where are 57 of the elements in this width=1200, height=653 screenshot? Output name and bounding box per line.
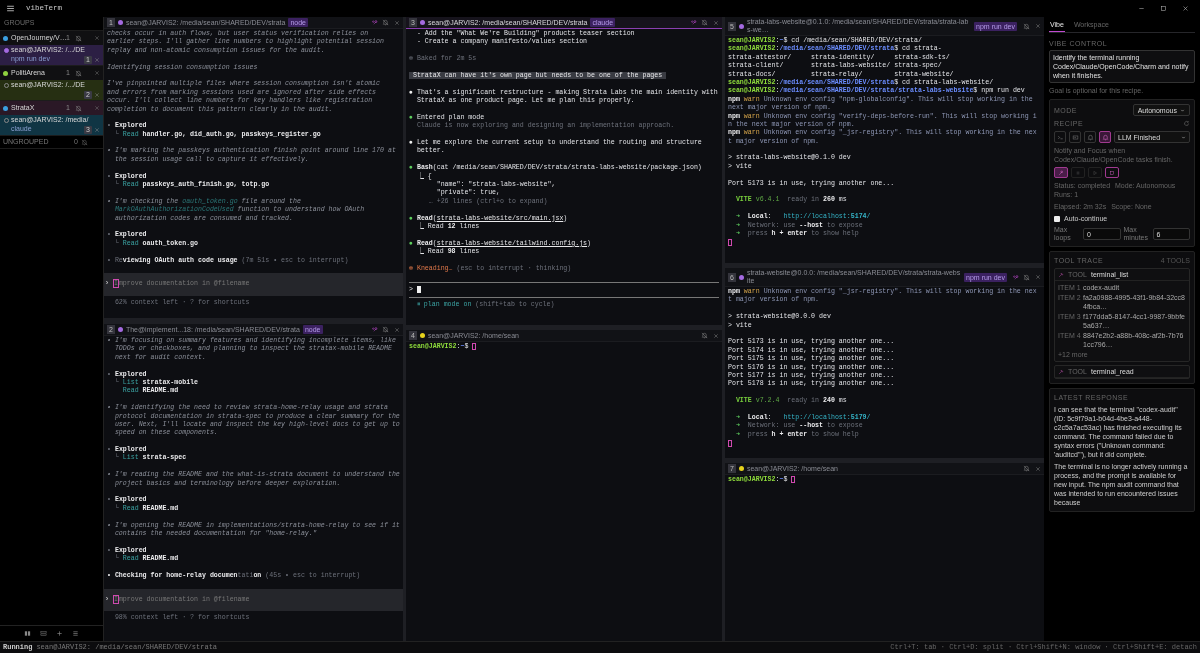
stop-icon [1109, 169, 1115, 176]
rows-icon[interactable] [40, 630, 47, 637]
bell-off-icon[interactable] [382, 19, 389, 26]
bell-off-icon[interactable] [74, 104, 82, 112]
columns-icon[interactable] [24, 630, 31, 637]
bell-off-icon[interactable] [1023, 273, 1030, 281]
bell-off-icon[interactable] [382, 326, 389, 333]
close-icon[interactable] [1035, 465, 1041, 472]
play-icon [1092, 169, 1098, 176]
close-icon[interactable] [1035, 274, 1041, 280]
text-cursor [728, 439, 732, 447]
terminal-icon [1056, 133, 1064, 141]
bell-off-icon[interactable] [74, 34, 82, 42]
card-icon [1071, 133, 1079, 141]
minimize-icon [1137, 5, 1145, 12]
bell-off-icon[interactable] [1023, 22, 1030, 30]
wrench-icon [1058, 271, 1064, 278]
pause-icon [1075, 169, 1081, 176]
close-icon[interactable] [94, 35, 100, 41]
recipe-button[interactable] [1099, 131, 1111, 143]
close-icon [1181, 5, 1189, 12]
refresh-icon[interactable] [1183, 120, 1190, 127]
close-icon[interactable] [94, 105, 100, 111]
bell-off-icon[interactable] [701, 332, 708, 339]
text-cursor [728, 239, 732, 247]
maximize-icon [1159, 5, 1167, 12]
recipe-button[interactable] [1069, 131, 1081, 143]
close-icon[interactable] [94, 56, 100, 63]
plus-icon[interactable] [56, 630, 63, 637]
bell-icon [1101, 133, 1109, 141]
checkbox[interactable] [1054, 215, 1060, 222]
close-icon[interactable] [713, 19, 719, 26]
bell-off-icon[interactable] [1023, 465, 1030, 472]
bell-off-icon[interactable] [701, 19, 708, 26]
bell-off-icon[interactable] [74, 69, 82, 77]
sparkle-icon[interactable] [691, 19, 698, 26]
stop-button[interactable] [1105, 167, 1119, 178]
chevron-icon [1180, 107, 1185, 113]
chevron-icon [1181, 134, 1186, 140]
close-icon[interactable] [1035, 23, 1041, 29]
magic-button[interactable] [1054, 167, 1068, 178]
close-icon[interactable] [94, 126, 100, 133]
bell-off-icon[interactable] [80, 138, 88, 146]
close-icon[interactable] [394, 19, 400, 26]
sparkle-icon[interactable] [372, 19, 379, 26]
close-icon[interactable] [713, 332, 719, 339]
sparkle-icon[interactable] [372, 326, 379, 333]
close-icon[interactable] [394, 326, 400, 333]
sparkle-icon[interactable] [1013, 273, 1020, 281]
menu-icon[interactable] [6, 4, 15, 13]
recipe-button[interactable] [1054, 131, 1066, 143]
wand-icon [1058, 169, 1064, 176]
close-icon[interactable] [94, 70, 100, 76]
recipe-button[interactable] [1084, 131, 1096, 143]
wrench-icon [1058, 368, 1064, 375]
close-icon[interactable] [94, 91, 100, 98]
bell-icon [1086, 133, 1094, 141]
